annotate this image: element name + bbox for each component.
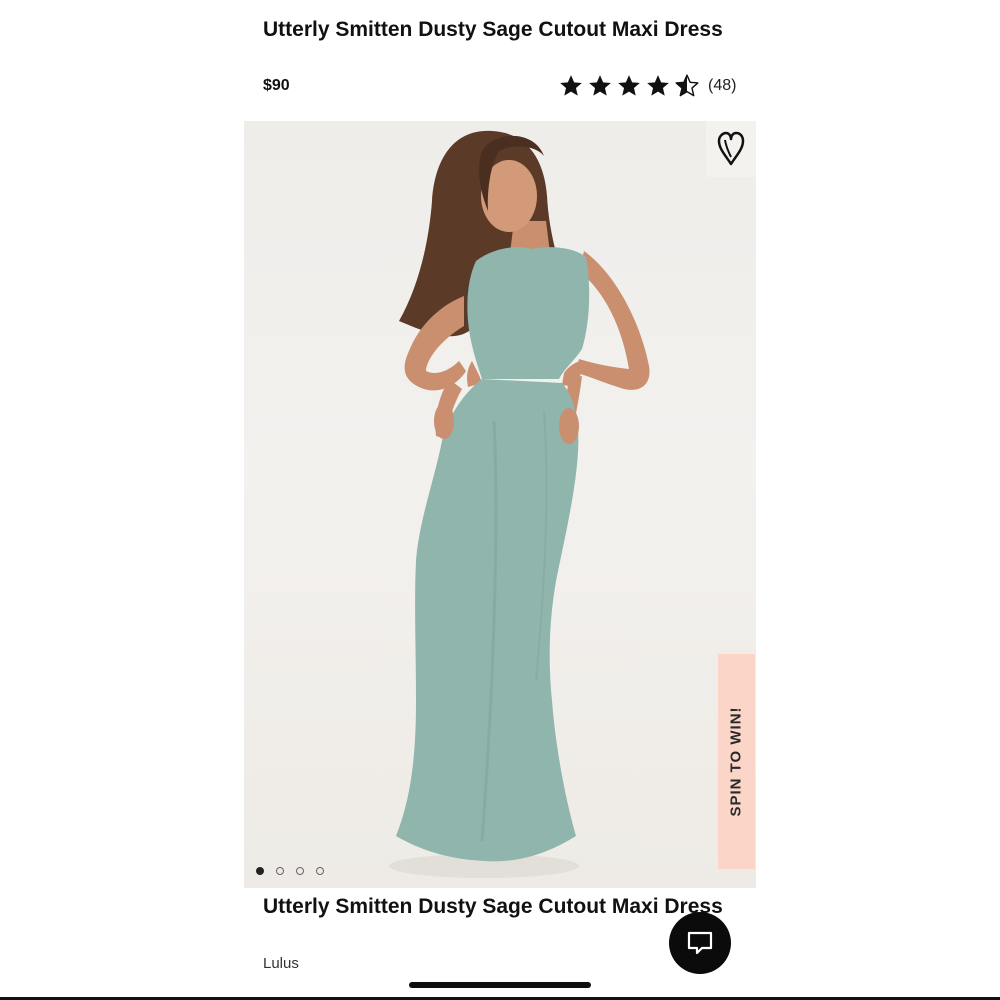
- star-icon: [560, 75, 582, 96]
- chat-button[interactable]: [669, 912, 731, 974]
- product-name: Utterly Smitten Dusty Sage Cutout Maxi D…: [263, 895, 723, 918]
- carousel-indicators: [256, 867, 324, 875]
- carousel-dot[interactable]: [256, 867, 264, 875]
- spin-to-win-label: SPIN TO WIN!: [728, 706, 745, 817]
- product-image-carousel[interactable]: [244, 121, 756, 888]
- carousel-dot[interactable]: [276, 867, 284, 875]
- product-price: $90: [263, 77, 290, 94]
- star-icon: [647, 75, 669, 96]
- star-icon: [618, 75, 640, 96]
- spin-to-win-tab[interactable]: SPIN TO WIN!: [718, 654, 755, 869]
- star-icon: [589, 75, 611, 96]
- carousel-dot[interactable]: [316, 867, 324, 875]
- chat-bubble-icon: [687, 931, 713, 955]
- product-brand[interactable]: Lulus: [263, 955, 299, 972]
- rating-summary[interactable]: (48): [558, 72, 736, 100]
- product-title: Utterly Smitten Dusty Sage Cutout Maxi D…: [263, 18, 723, 41]
- home-indicator[interactable]: [409, 982, 591, 988]
- half-star-icon: [675, 74, 699, 97]
- product-photo: [389, 130, 650, 878]
- wishlist-button[interactable]: [706, 121, 756, 177]
- review-count[interactable]: (48): [708, 77, 736, 95]
- heart-icon: [717, 131, 745, 166]
- carousel-dot[interactable]: [296, 867, 304, 875]
